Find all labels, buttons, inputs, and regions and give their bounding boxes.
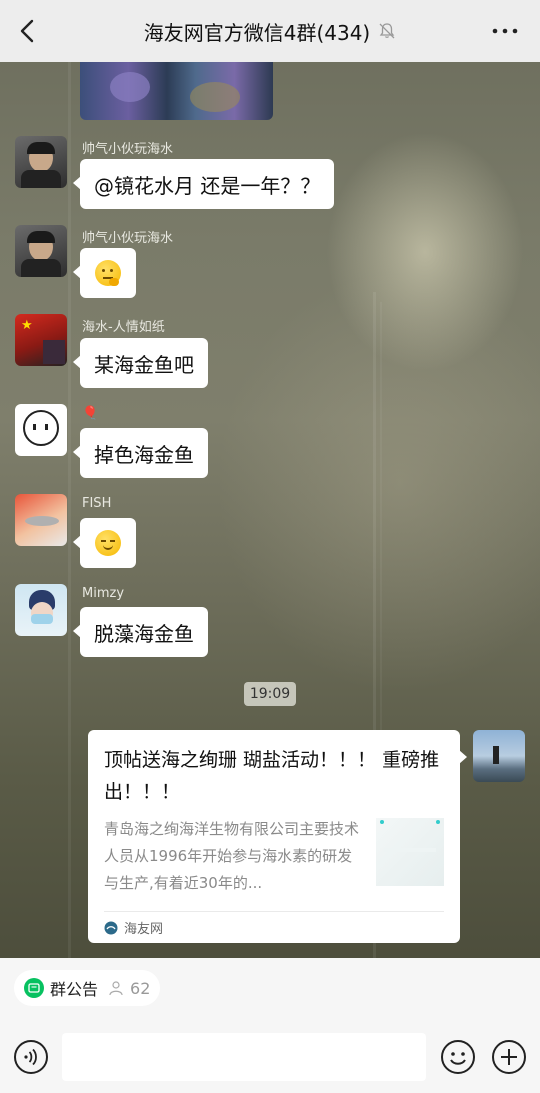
smile-face-emoji <box>95 530 121 556</box>
avatar[interactable] <box>15 404 67 456</box>
coral-shape <box>110 72 150 102</box>
title-wrap: 海友网官方微信4群(434) <box>144 17 397 46</box>
avatar[interactable] <box>15 136 67 188</box>
avatar[interactable] <box>15 584 67 636</box>
avatar[interactable] <box>15 494 67 546</box>
mute-bell-icon <box>379 23 395 39</box>
card-source: 海友网 <box>104 918 163 937</box>
message-bubble[interactable]: 掉色海金鱼 <box>73 428 208 478</box>
background-drip <box>68 62 71 958</box>
bottom-panel: 群公告 62 <box>0 958 540 1093</box>
card-source-label: 海友网 <box>124 922 164 937</box>
avatar[interactable] <box>15 225 67 277</box>
message-bubble[interactable]: 某海金鱼吧 <box>73 338 208 388</box>
message-bubble[interactable] <box>73 518 136 568</box>
thinking-face-emoji <box>95 260 121 286</box>
person-icon <box>109 981 123 996</box>
announcement-icon <box>24 978 44 998</box>
more-options-icon[interactable] <box>490 20 520 42</box>
avatar[interactable]: ★ <box>15 314 67 366</box>
back-arrow-icon[interactable] <box>14 16 44 46</box>
emoji-picker-icon[interactable] <box>440 1039 476 1075</box>
sender-name: FISH <box>82 496 112 511</box>
message-input[interactable] <box>62 1033 426 1081</box>
chat-title: 海友网官方微信4群(434) <box>143 20 371 45</box>
sender-name: Mimzy <box>82 586 125 601</box>
sender-name: 帅气小伙玩海水 <box>82 231 174 246</box>
self-avatar[interactable] <box>473 730 525 782</box>
coral-shape <box>190 82 240 112</box>
add-more-icon[interactable] <box>491 1039 527 1075</box>
card-title: 顶帖送海之绚珊 瑚盐活动！！！ 重磅推出！！！ <box>104 749 440 803</box>
card-thumbnail <box>376 818 444 886</box>
member-count: 62 <box>130 978 151 998</box>
message-bubble[interactable]: 脱藻海金鱼 <box>73 607 208 657</box>
message-bubble[interactable] <box>73 248 136 298</box>
card-divider <box>104 911 444 912</box>
voice-input-icon[interactable] <box>13 1039 49 1075</box>
sender-name: 帅气小伙玩海水 <box>82 142 174 157</box>
group-notice-chip[interactable]: 群公告 62 <box>14 970 160 1006</box>
notice-label: 群公告 <box>50 980 99 999</box>
sender-name: 🎈 <box>82 406 99 421</box>
message-bubble[interactable]: @镜花水月 还是一年？？ <box>72 159 335 209</box>
card-description: 青岛海之绚海洋生物有限公司主要技术人员从1996年开始参与海水素的研发与生产,有… <box>104 820 360 892</box>
source-logo-icon <box>104 921 118 934</box>
link-card-message[interactable]: 顶帖送海之绚珊 瑚盐活动！！！ 重磅推出！！！ 青岛海之绚海洋生物有限公司主要技… <box>88 730 467 943</box>
timestamp-label: 19:09 <box>244 682 296 706</box>
chat-header: 海友网官方微信4群(434) <box>0 0 540 62</box>
sender-name: 海水-人情如纸 <box>82 320 165 335</box>
image-message-partial[interactable] <box>80 62 273 120</box>
